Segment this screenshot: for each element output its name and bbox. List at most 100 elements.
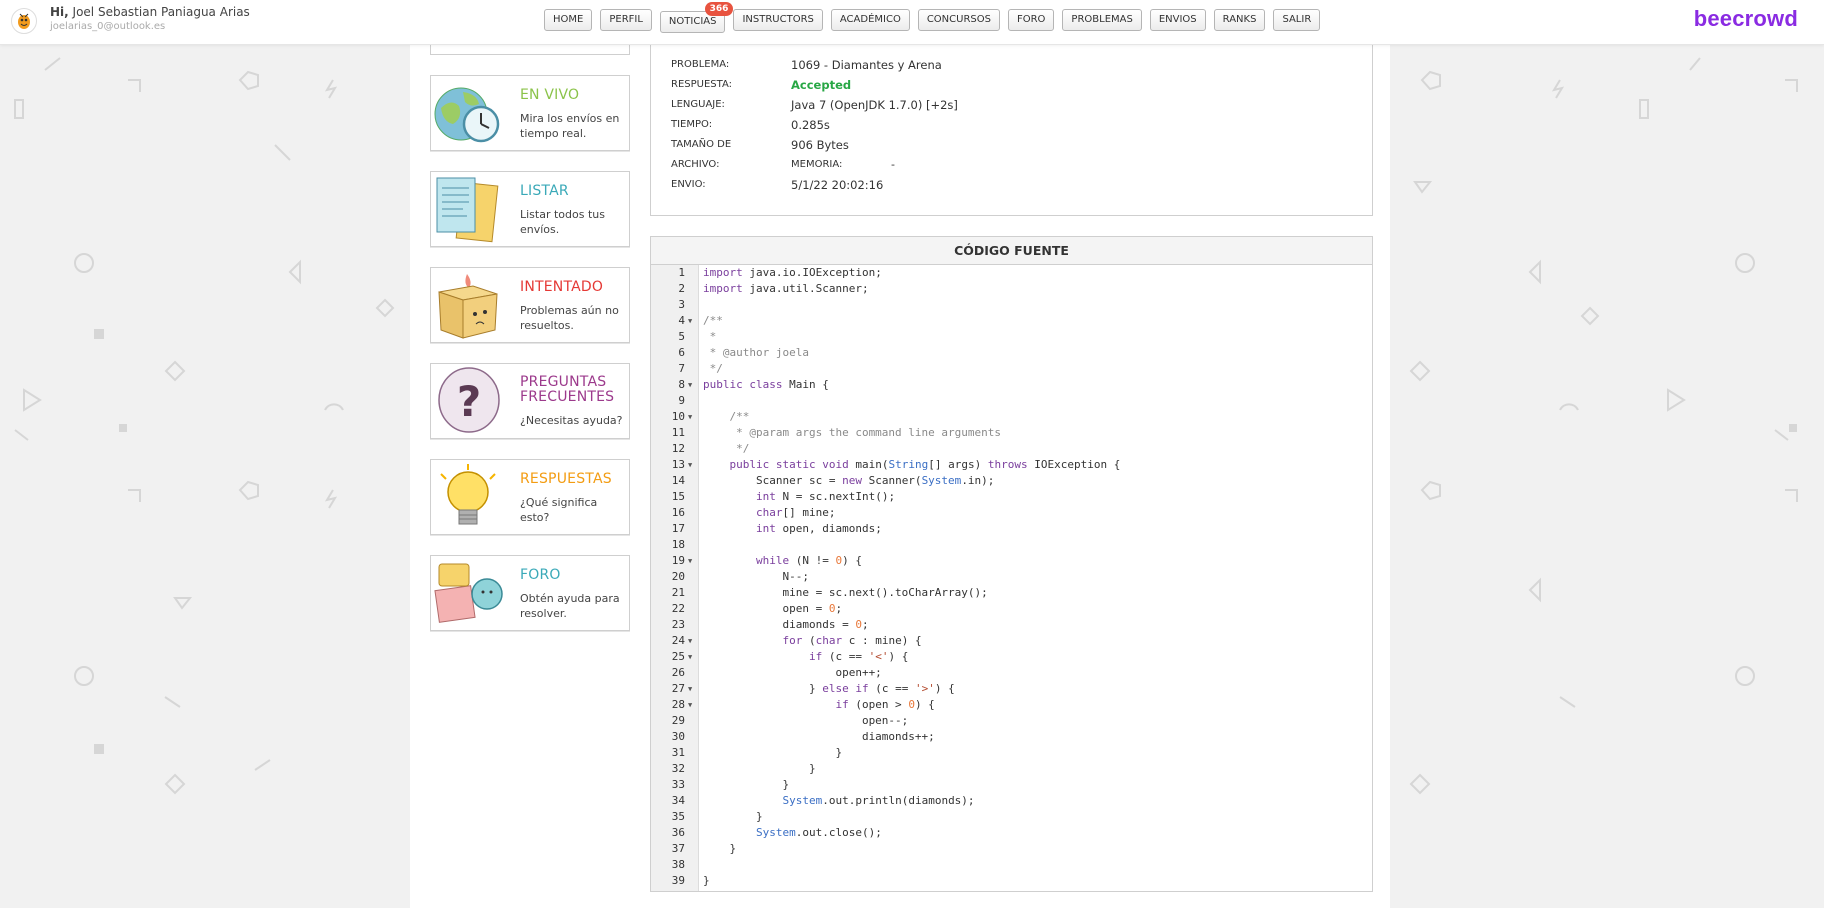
code-text: if (open > 0) { — [835, 698, 935, 711]
code-text: } — [703, 842, 737, 855]
line-number: 12 — [671, 442, 685, 455]
line-number: 5 — [678, 330, 685, 343]
code-text: } — [703, 762, 816, 775]
code-line: 24 ▼ for (char c : mine) { — [651, 633, 1372, 649]
line-number: 32 — [671, 762, 685, 775]
line-number: 4 — [678, 314, 685, 327]
line-number: 38 — [671, 858, 685, 871]
code-text: diamonds = 0; — [703, 618, 869, 631]
nav-academico-button[interactable]: ACADÉMICO — [830, 9, 910, 31]
line-number: 24 — [671, 634, 685, 647]
sidebar-card-title: PREGUNTAS FRECUENTES — [520, 374, 615, 405]
nav-ranks-button[interactable]: RANKS — [1213, 9, 1266, 31]
code-line: 26 open++; — [651, 665, 1372, 681]
fold-toggle-icon[interactable]: ▼ — [688, 649, 692, 665]
box-icon — [438, 274, 498, 339]
code-text: import java.io.IOException; — [703, 266, 882, 279]
code-text: * — [703, 330, 717, 343]
fold-toggle-icon[interactable]: ▼ — [688, 553, 692, 569]
fold-toggle-icon[interactable]: ▼ — [688, 457, 692, 473]
code-line: 15 int N = sc.nextInt(); — [651, 489, 1372, 505]
code-line: 21 mine = sc.next().toCharArray(); — [651, 585, 1372, 601]
nav-instructors-button[interactable]: INSTRUCTORS — [733, 9, 823, 31]
sidebar-card-en-vivo[interactable]: EN VIVO Mira los envíos en tiempo real. — [430, 75, 630, 151]
file-label: ARCHIVO: — [671, 159, 720, 170]
code-line: 35 } — [651, 809, 1372, 825]
sidebar-card-desc: Problemas aún no resueltos. — [520, 304, 619, 332]
time-value: 0.285s — [791, 118, 830, 132]
line-number: 17 — [671, 522, 685, 535]
code-line: 22 open = 0; — [651, 601, 1372, 617]
code-text: for (char c : mine) { — [782, 634, 922, 647]
source-code-title: CÓDIGO FUENTE — [651, 237, 1372, 265]
code-text: public class Main { — [703, 378, 829, 391]
user-email: joelarias_0@outlook.es — [50, 21, 166, 32]
sidebar-card-listar[interactable]: LISTAR Listar todos tus envíos. — [430, 171, 630, 247]
code-text: import java.util.Scanner; — [703, 282, 869, 295]
beecrowd-logo[interactable]: beecrowd — [1694, 6, 1798, 32]
size-value: 906 Bytes — [791, 138, 849, 152]
code-text: } — [703, 778, 790, 791]
sidebar-card-partial — [430, 45, 630, 55]
sidebar-card-title: EN VIVO — [520, 87, 580, 103]
line-number: 37 — [671, 842, 685, 855]
line-number: 27 — [671, 682, 685, 695]
code-text: } — [703, 746, 843, 759]
sidebar-card-preguntas-frecuentes[interactable]: ? PREGUNTAS FRECUENTES ¿Necesitas ayuda? — [430, 363, 630, 439]
fold-toggle-icon[interactable]: ▼ — [688, 313, 692, 329]
code-text: N--; — [703, 570, 809, 583]
fold-toggle-icon[interactable]: ▼ — [688, 633, 692, 649]
code-line: 14 Scanner sc = new Scanner(System.in); — [651, 473, 1372, 489]
code-text: Scanner sc = new Scanner(System.in); — [703, 474, 995, 487]
greeting-prefix: Hi, — [50, 5, 69, 19]
sidebar-card-respuestas[interactable]: RESPUESTAS ¿Qué significa esto? — [430, 459, 630, 535]
globe-clock-icon — [434, 87, 500, 143]
nav-foro-button[interactable]: FORO — [1007, 9, 1055, 31]
code-line: 16 char[] mine; — [651, 505, 1372, 521]
nav-concursos-button[interactable]: CONCURSOS — [917, 9, 1000, 31]
line-number: 19 — [671, 554, 685, 567]
document-list-icon — [436, 177, 499, 243]
user-name[interactable]: Joel Sebastian Paniagua Arias — [73, 5, 250, 19]
code-text: System.out.println(diamonds); — [782, 794, 975, 807]
question-bubble-icon: ? — [438, 367, 500, 433]
code-line: 37 } — [651, 841, 1372, 857]
sidebar-card-foro[interactable]: FORO Obtén ayuda para resolver. — [430, 555, 630, 631]
sidebar-card-intentado[interactable]: INTENTADO Problemas aún no resueltos. — [430, 267, 630, 343]
svg-text:?: ? — [457, 377, 481, 426]
code-line: 9 — [651, 393, 1372, 409]
code-line: 5 * — [651, 329, 1372, 345]
fold-toggle-icon[interactable]: ▼ — [688, 377, 692, 393]
line-number: 13 — [671, 458, 685, 471]
nav-perfil-button[interactable]: PERFIL — [600, 9, 652, 31]
nav-home-button[interactable]: HOME — [544, 9, 593, 31]
fold-toggle-icon[interactable]: ▼ — [688, 409, 692, 425]
code-line: 29 open--; — [651, 713, 1372, 729]
code-text: mine = sc.next().toCharArray(); — [703, 586, 988, 599]
code-line: 6 * @author joela — [651, 345, 1372, 361]
language-value: Java 7 (OpenJDK 1.7.0) [+2s] — [791, 98, 958, 112]
user-avatar[interactable] — [11, 8, 37, 34]
code-editor[interactable]: 1 import java.io.IOException; 2 import java… — [651, 265, 1372, 891]
code-line: 39} — [651, 873, 1372, 889]
line-number: 2 — [678, 282, 685, 295]
line-number: 33 — [671, 778, 685, 791]
nav-envios-button[interactable]: ENVIOS — [1149, 9, 1206, 31]
sidebar-card-desc: ¿Necesitas ayuda? — [520, 414, 623, 427]
code-text: open--; — [703, 714, 909, 727]
answer-value: Accepted — [791, 78, 852, 92]
code-line: 32 } — [651, 761, 1372, 777]
sidebar-card-title: FORO — [520, 567, 561, 583]
code-line: 33 } — [651, 777, 1372, 793]
code-line: 34 System.out.println(diamonds); — [651, 793, 1372, 809]
code-line: 38 — [651, 857, 1372, 873]
code-text: int N = sc.nextInt(); — [755, 490, 896, 503]
code-line: 19 ▼ while (N != 0) { — [651, 553, 1372, 569]
line-number: 30 — [671, 730, 685, 743]
problem-value[interactable]: 1069 - Diamantes y Arena — [791, 58, 942, 72]
code-line: 4 ▼ /** — [651, 313, 1372, 329]
fold-toggle-icon[interactable]: ▼ — [688, 697, 692, 713]
nav-salir-button[interactable]: SALIR — [1273, 9, 1321, 31]
fold-toggle-icon[interactable]: ▼ — [688, 681, 692, 697]
nav-problemas-button[interactable]: PROBLEMAS — [1062, 9, 1142, 31]
